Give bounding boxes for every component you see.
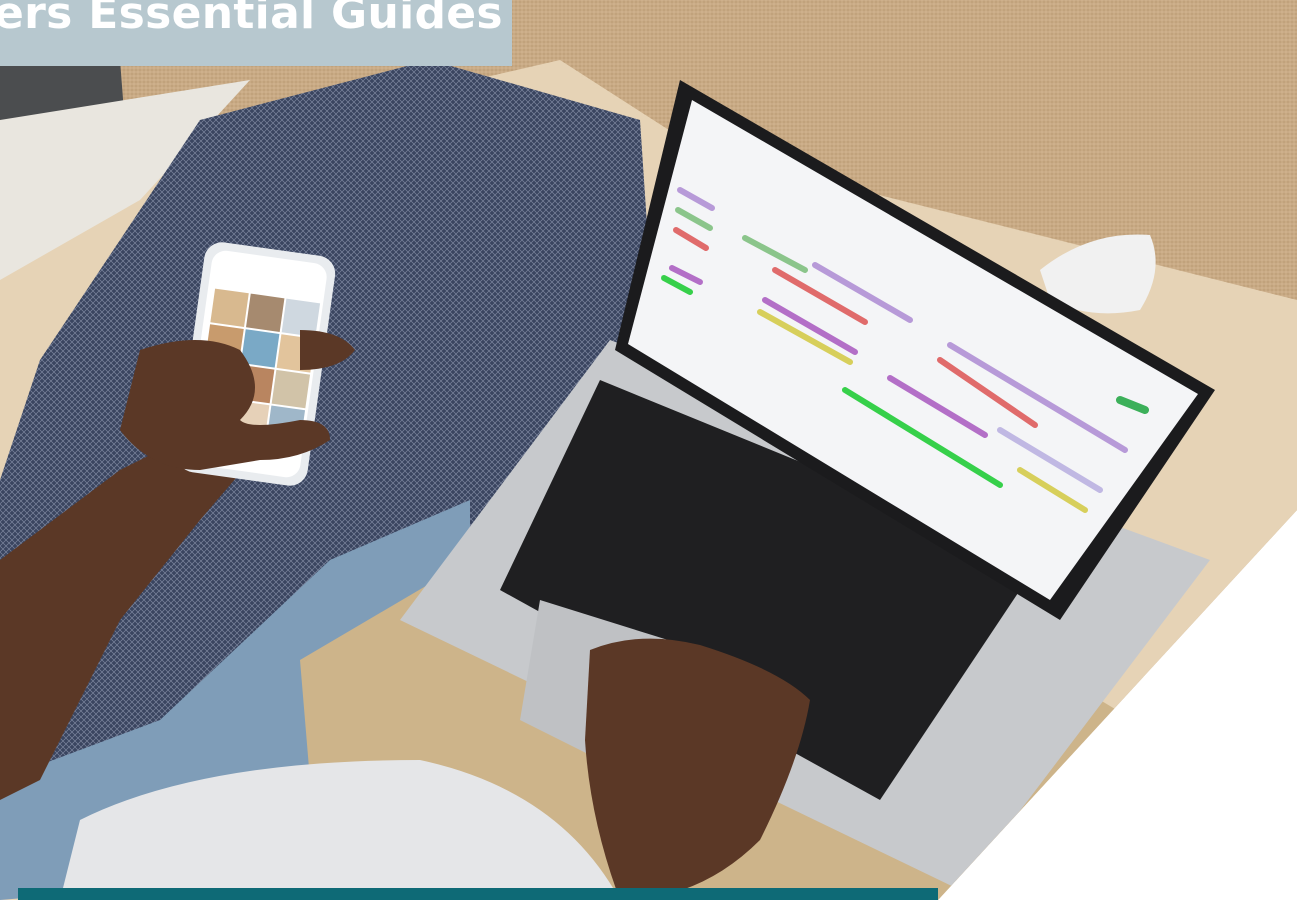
hero-photo [0, 0, 1297, 900]
page-title: ers Essential Guides [0, 0, 503, 39]
page-canvas: ers Essential Guides [0, 0, 1297, 900]
accent-bar [18, 888, 938, 900]
title-banner: ers Essential Guides [0, 0, 512, 66]
